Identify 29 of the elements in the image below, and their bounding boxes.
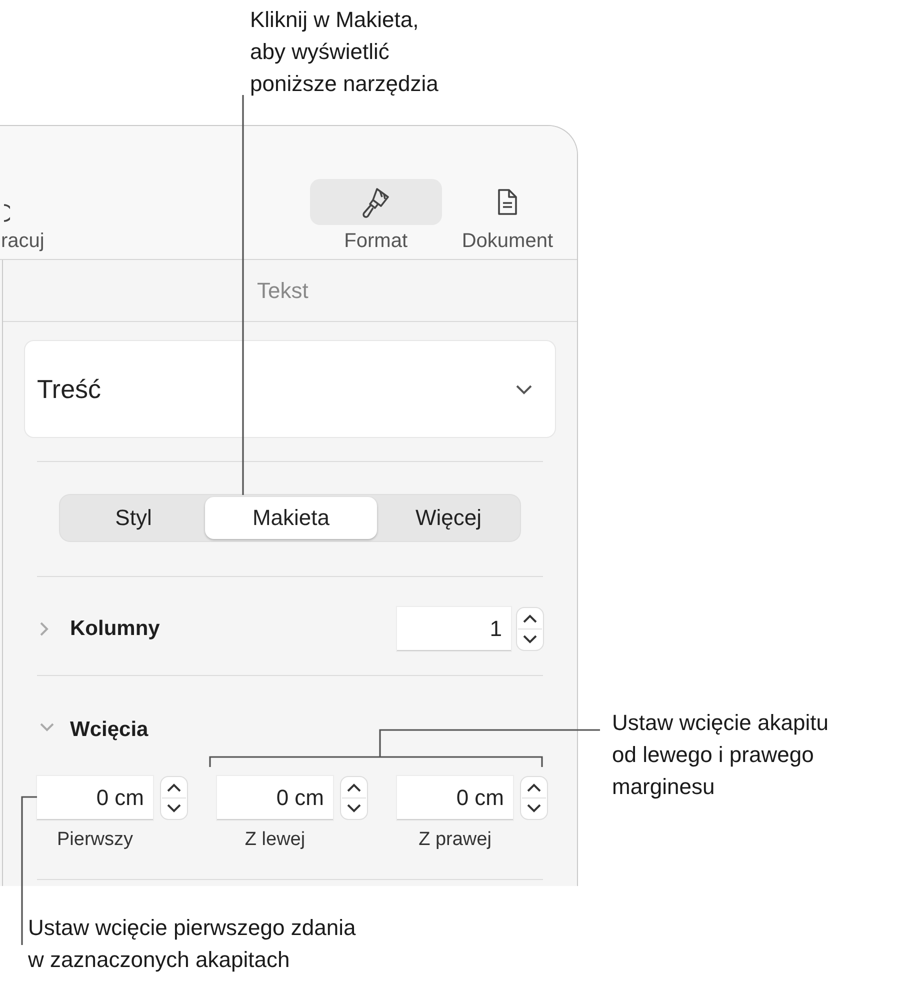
paragraph-style-dropdown[interactable]: Treść: [25, 341, 555, 437]
toolbar-label: Dokument: [462, 229, 553, 253]
paintbrush-icon: [360, 185, 391, 219]
stepper[interactable]: [160, 776, 188, 820]
number-field[interactable]: 0 cm: [217, 776, 333, 820]
tab[interactable]: Więcej: [377, 497, 520, 539]
callout-text: Ustaw wcięcie akapitu od lewego i prawego marginesu: [612, 709, 828, 801]
stepper[interactable]: [516, 607, 544, 651]
chevron-down-icon: [515, 384, 533, 394]
number-field[interactable]: 0 cm: [37, 776, 153, 820]
callout-text: Kliknij w Makieta, aby wyświetlić poniższe narzędzia: [250, 6, 438, 98]
arc-icon: [4, 203, 10, 223]
toolbar-label: Format: [344, 229, 408, 253]
field-label: Pierwszy: [56, 829, 134, 851]
field-label: Z lewej: [244, 829, 306, 851]
stepper[interactable]: [520, 776, 548, 820]
toolbar-label: racuj: [1, 229, 44, 253]
tab[interactable]: Styl: [62, 497, 205, 539]
section-label: Wcięcia: [70, 718, 148, 742]
number-field[interactable]: 1: [397, 607, 511, 651]
callout-text: Ustaw wcięcie pierwszego zdania w zaznaczonych akapitach: [28, 914, 356, 974]
field-label: Z prawej: [418, 829, 492, 851]
number-field[interactable]: 0 cm: [397, 776, 513, 820]
section-label: Kolumny: [70, 617, 160, 641]
document-icon: [496, 188, 518, 216]
section-title: Tekst: [257, 278, 308, 304]
stepper[interactable]: [340, 776, 368, 820]
tab[interactable]: Makieta: [205, 497, 377, 539]
format-button[interactable]: [310, 179, 442, 225]
